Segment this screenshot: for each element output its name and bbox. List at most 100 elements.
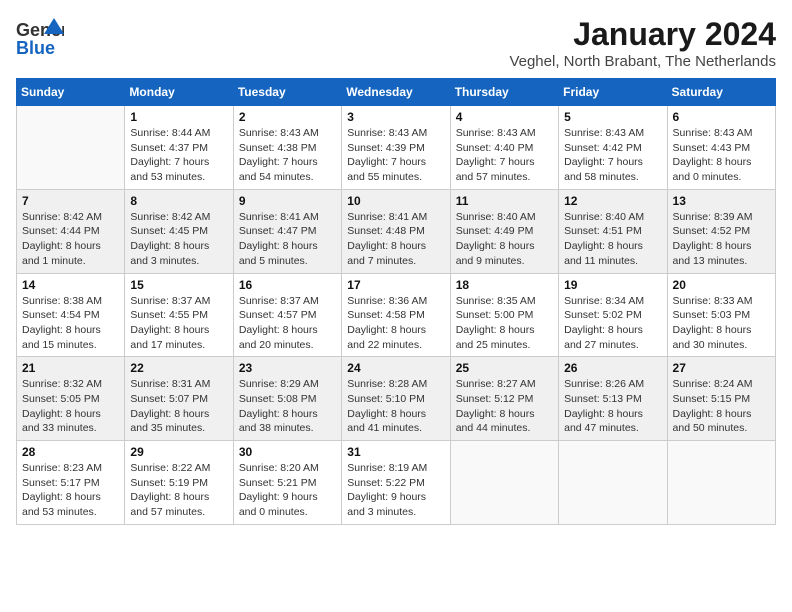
calendar-day: 28 Sunrise: 8:23 AMSunset: 5:17 PMDayligh… xyxy=(17,441,125,525)
calendar-day: 8 Sunrise: 8:42 AMSunset: 4:45 PMDaylight… xyxy=(125,189,233,273)
day-info: Sunrise: 8:28 AMSunset: 5:10 PMDaylight:… xyxy=(347,377,444,436)
day-info: Sunrise: 8:35 AMSunset: 5:00 PMDaylight:… xyxy=(456,294,553,353)
calendar-day: 25 Sunrise: 8:27 AMSunset: 5:12 PMDayligh… xyxy=(450,357,558,441)
calendar-day: 11 Sunrise: 8:40 AMSunset: 4:49 PMDayligh… xyxy=(450,189,558,273)
day-number: 18 xyxy=(456,278,553,292)
calendar-day: 17 Sunrise: 8:36 AMSunset: 4:58 PMDayligh… xyxy=(342,273,450,357)
column-header-thursday: Thursday xyxy=(450,79,558,106)
day-number: 27 xyxy=(673,361,770,375)
day-number: 6 xyxy=(673,110,770,124)
day-info: Sunrise: 8:20 AMSunset: 5:21 PMDaylight:… xyxy=(239,461,336,520)
day-info: Sunrise: 8:39 AMSunset: 4:52 PMDaylight:… xyxy=(673,210,770,269)
column-header-sunday: Sunday xyxy=(17,79,125,106)
day-info: Sunrise: 8:23 AMSunset: 5:17 PMDaylight:… xyxy=(22,461,119,520)
day-number: 11 xyxy=(456,194,553,208)
calendar-day: 30 Sunrise: 8:20 AMSunset: 5:21 PMDayligh… xyxy=(233,441,341,525)
day-info: Sunrise: 8:37 AMSunset: 4:57 PMDaylight:… xyxy=(239,294,336,353)
calendar-day: 29 Sunrise: 8:22 AMSunset: 5:19 PMDayligh… xyxy=(125,441,233,525)
day-number: 24 xyxy=(347,361,444,375)
column-header-saturday: Saturday xyxy=(667,79,775,106)
day-info: Sunrise: 8:41 AMSunset: 4:47 PMDaylight:… xyxy=(239,210,336,269)
calendar-day: 15 Sunrise: 8:37 AMSunset: 4:55 PMDayligh… xyxy=(125,273,233,357)
day-info: Sunrise: 8:38 AMSunset: 4:54 PMDaylight:… xyxy=(22,294,119,353)
calendar-day: 26 Sunrise: 8:26 AMSunset: 5:13 PMDayligh… xyxy=(559,357,667,441)
day-number: 5 xyxy=(564,110,661,124)
calendar-day: 9 Sunrise: 8:41 AMSunset: 4:47 PMDaylight… xyxy=(233,189,341,273)
day-number: 15 xyxy=(130,278,227,292)
calendar-day: 19Sunrise: 8:34 AMSunset: 5:02 PMDayligh… xyxy=(559,273,667,357)
day-number: 7 xyxy=(22,194,119,208)
day-info: Sunrise: 8:19 AMSunset: 5:22 PMDaylight:… xyxy=(347,461,444,520)
day-number: 29 xyxy=(130,445,227,459)
calendar-day: 27 Sunrise: 8:24 AMSunset: 5:15 PMDayligh… xyxy=(667,357,775,441)
calendar-day: 12 Sunrise: 8:40 AMSunset: 4:51 PMDayligh… xyxy=(559,189,667,273)
day-number: 8 xyxy=(130,194,227,208)
day-number: 1 xyxy=(130,110,227,124)
calendar-week-2: 7 Sunrise: 8:42 AMSunset: 4:44 PMDaylight… xyxy=(17,189,776,273)
day-info: Sunrise: 8:29 AMSunset: 5:08 PMDaylight:… xyxy=(239,377,336,436)
column-header-wednesday: Wednesday xyxy=(342,79,450,106)
day-info: Sunrise: 8:26 AMSunset: 5:13 PMDaylight:… xyxy=(564,377,661,436)
column-header-friday: Friday xyxy=(559,79,667,106)
day-info: Sunrise: 8:32 AMSunset: 5:05 PMDaylight:… xyxy=(22,377,119,436)
day-info: Sunrise: 8:40 AMSunset: 4:51 PMDaylight:… xyxy=(564,210,661,269)
calendar-day: 2Sunrise: 8:43 AMSunset: 4:38 PMDaylight… xyxy=(233,106,341,190)
day-number: 16 xyxy=(239,278,336,292)
calendar-table: SundayMondayTuesdayWednesdayThursdayFrid… xyxy=(16,78,776,525)
calendar-day: 24 Sunrise: 8:28 AMSunset: 5:10 PMDayligh… xyxy=(342,357,450,441)
title-block: January 2024 Veghel, North Brabant, The … xyxy=(509,16,776,70)
logo: General Blue xyxy=(16,16,64,58)
day-number: 28 xyxy=(22,445,119,459)
column-header-monday: Monday xyxy=(125,79,233,106)
day-info: Sunrise: 8:40 AMSunset: 4:49 PMDaylight:… xyxy=(456,210,553,269)
calendar-day: 31 Sunrise: 8:19 AMSunset: 5:22 PMDayligh… xyxy=(342,441,450,525)
day-info: Sunrise: 8:41 AMSunset: 4:48 PMDaylight:… xyxy=(347,210,444,269)
calendar-day xyxy=(559,441,667,525)
logo-icon: General Blue xyxy=(16,16,64,58)
day-number: 26 xyxy=(564,361,661,375)
day-info: Sunrise: 8:22 AMSunset: 5:19 PMDaylight:… xyxy=(130,461,227,520)
day-info: Sunrise: 8:44 AMSunset: 4:37 PMDaylight:… xyxy=(130,126,227,185)
day-number: 19 xyxy=(564,278,661,292)
svg-text:Blue: Blue xyxy=(16,38,55,58)
day-number: 20 xyxy=(673,278,770,292)
calendar-day xyxy=(450,441,558,525)
calendar-header-row: SundayMondayTuesdayWednesdayThursdayFrid… xyxy=(17,79,776,106)
day-info: Sunrise: 8:42 AMSunset: 4:44 PMDaylight:… xyxy=(22,210,119,269)
calendar-day: 16 Sunrise: 8:37 AMSunset: 4:57 PMDayligh… xyxy=(233,273,341,357)
calendar-day: 4Sunrise: 8:43 AMSunset: 4:40 PMDaylight… xyxy=(450,106,558,190)
calendar-day: 22 Sunrise: 8:31 AMSunset: 5:07 PMDayligh… xyxy=(125,357,233,441)
calendar-week-4: 21 Sunrise: 8:32 AMSunset: 5:05 PMDayligh… xyxy=(17,357,776,441)
calendar-day: 18 Sunrise: 8:35 AMSunset: 5:00 PMDayligh… xyxy=(450,273,558,357)
day-info: Sunrise: 8:42 AMSunset: 4:45 PMDaylight:… xyxy=(130,210,227,269)
calendar-week-1: 1 Sunrise: 8:44 AMSunset: 4:37 PMDaylight… xyxy=(17,106,776,190)
calendar-day: 1 Sunrise: 8:44 AMSunset: 4:37 PMDaylight… xyxy=(125,106,233,190)
calendar-body: 1 Sunrise: 8:44 AMSunset: 4:37 PMDaylight… xyxy=(17,106,776,525)
day-info: Sunrise: 8:27 AMSunset: 5:12 PMDaylight:… xyxy=(456,377,553,436)
day-info: Sunrise: 8:43 AMSunset: 4:43 PMDaylight:… xyxy=(673,126,770,185)
day-number: 23 xyxy=(239,361,336,375)
day-number: 9 xyxy=(239,194,336,208)
location: Veghel, North Brabant, The Netherlands xyxy=(509,53,776,70)
day-number: 10 xyxy=(347,194,444,208)
day-number: 30 xyxy=(239,445,336,459)
day-info: Sunrise: 8:33 AMSunset: 5:03 PMDaylight:… xyxy=(673,294,770,353)
day-number: 25 xyxy=(456,361,553,375)
day-number: 14 xyxy=(22,278,119,292)
day-number: 21 xyxy=(22,361,119,375)
day-info: Sunrise: 8:36 AMSunset: 4:58 PMDaylight:… xyxy=(347,294,444,353)
day-info: Sunrise: 8:43 AMSunset: 4:42 PMDaylight:… xyxy=(564,126,661,185)
day-number: 17 xyxy=(347,278,444,292)
day-info: Sunrise: 8:43 AMSunset: 4:39 PMDaylight:… xyxy=(347,126,444,185)
day-number: 4 xyxy=(456,110,553,124)
day-number: 2 xyxy=(239,110,336,124)
day-number: 12 xyxy=(564,194,661,208)
day-number: 31 xyxy=(347,445,444,459)
day-info: Sunrise: 8:31 AMSunset: 5:07 PMDaylight:… xyxy=(130,377,227,436)
day-info: Sunrise: 8:24 AMSunset: 5:15 PMDaylight:… xyxy=(673,377,770,436)
day-number: 22 xyxy=(130,361,227,375)
calendar-day xyxy=(17,106,125,190)
month-title: January 2024 xyxy=(509,16,776,53)
calendar-day xyxy=(667,441,775,525)
day-info: Sunrise: 8:37 AMSunset: 4:55 PMDaylight:… xyxy=(130,294,227,353)
